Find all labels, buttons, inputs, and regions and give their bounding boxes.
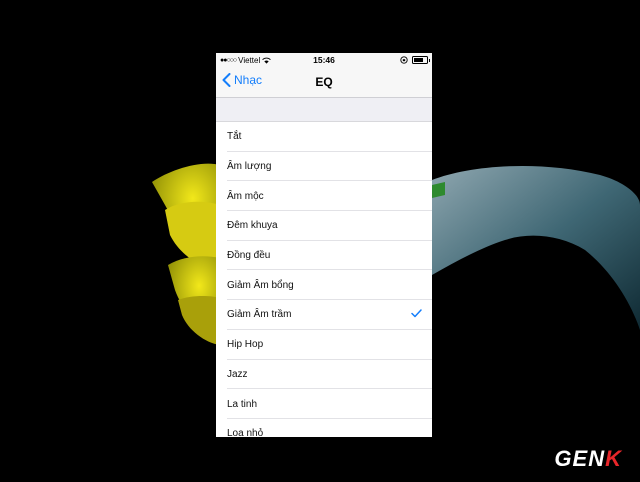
- eq-option-label: Giảm Âm trầm: [227, 309, 292, 321]
- eq-option-label: Giảm Âm bổng: [227, 279, 294, 291]
- status-bar: ●●○○○ Viettel 15:46: [216, 53, 432, 67]
- phone-screen: ●●○○○ Viettel 15:46 Nhạc EQ Tắt Âm lượng…: [216, 53, 432, 437]
- eq-option-label: Đồng đều: [227, 250, 271, 262]
- eq-option[interactable]: Jazz: [216, 360, 432, 390]
- eq-option[interactable]: Âm mộc: [216, 181, 432, 211]
- eq-option-selected[interactable]: Giảm Âm trầm: [216, 300, 432, 330]
- eq-option-label: Đêm khuya: [227, 220, 278, 232]
- eq-option-label: Loa nhỏ: [227, 428, 264, 437]
- blue-shell-image: [432, 165, 640, 330]
- eq-option[interactable]: Loa nhỏ: [216, 419, 432, 437]
- eq-option[interactable]: Hip Hop: [216, 330, 432, 360]
- eq-options-list: Tắt Âm lượng Âm mộc Đêm khuya Đồng đều G…: [216, 121, 432, 437]
- battery-icon: [412, 56, 430, 64]
- eq-option-label: Hip Hop: [227, 339, 264, 351]
- eq-option[interactable]: Âm lượng: [216, 152, 432, 182]
- eq-option-label: Âm lượng: [227, 161, 272, 173]
- eq-option[interactable]: La tinh: [216, 389, 432, 419]
- eq-option-label: Tắt: [227, 131, 242, 143]
- eq-option[interactable]: Đồng đều: [216, 241, 432, 271]
- rotation-lock-icon: [400, 56, 408, 64]
- genk-watermark-logo: GENK: [554, 446, 622, 471]
- eq-option[interactable]: Giảm Âm bổng: [216, 270, 432, 300]
- eq-option-label: Jazz: [227, 368, 248, 380]
- checkmark-icon: [411, 309, 422, 318]
- eq-option-label: Âm mộc: [227, 190, 264, 202]
- eq-option-label: La tinh: [227, 398, 258, 410]
- navigation-bar: Nhạc EQ: [216, 67, 432, 98]
- eq-option[interactable]: Đêm khuya: [216, 211, 432, 241]
- page-title: EQ: [315, 75, 333, 89]
- eq-option[interactable]: Tắt: [216, 122, 432, 152]
- yellow-flower-image: [152, 163, 220, 345]
